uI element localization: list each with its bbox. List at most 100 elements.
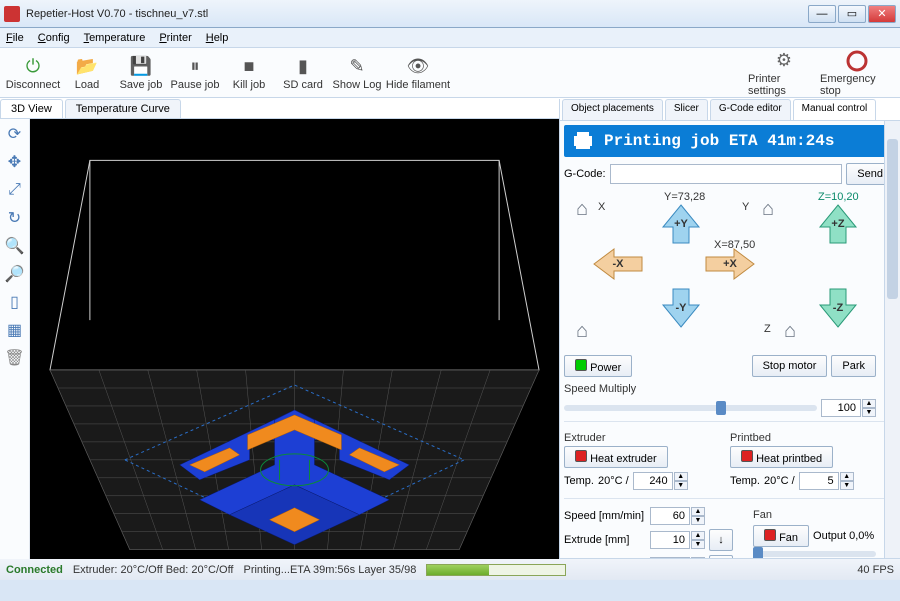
printer-settings-button[interactable]: ⚙Printer settings — [748, 49, 820, 97]
tab-gcode-editor[interactable]: G-Code editor — [710, 99, 791, 120]
home-y-button[interactable]: ⌂ — [756, 197, 780, 221]
bed-temp-input[interactable]: ▲▼ — [799, 472, 854, 490]
extruder-temp-current: 20°C / — [598, 475, 629, 487]
show-log-button[interactable]: ✎Show Log — [330, 55, 384, 91]
minimize-button[interactable]: — — [808, 5, 836, 23]
menu-printer[interactable]: Printer — [159, 32, 191, 44]
sd-card-button[interactable]: ▮SD card — [276, 55, 330, 91]
axis-controls: ⌂ X Y=73,28 Y ⌂ Z=10,20 +Y +Z X=87,50 -X — [564, 191, 894, 351]
save-job-button[interactable]: 💾Save job — [114, 55, 168, 91]
load-button[interactable]: 📂Load — [60, 55, 114, 91]
minus-z-button[interactable]: -Z — [816, 287, 860, 329]
y-coord-value: Y=73,28 — [664, 191, 705, 203]
printer-icon — [572, 130, 594, 152]
extrude-mm-input[interactable]: ▲▼ — [650, 531, 705, 549]
home-z-button[interactable]: ⌂ — [778, 319, 802, 343]
main-toolbar: ⏻Disconnect 📂Load 💾Save job ⏸Pause job ■… — [0, 48, 900, 98]
emergency-stop-button[interactable]: Emergency stop — [820, 49, 894, 97]
grid-icon[interactable]: ▦ — [4, 319, 26, 341]
fan-slider[interactable] — [753, 551, 876, 557]
heat-printbed-button[interactable]: Heat printbed — [730, 446, 833, 468]
menu-file[interactable]: File — [6, 32, 24, 44]
left-pane: 3D View Temperature Curve ⟳ ✥ ⤢ ↻ 🔍 🔎 ▯ … — [0, 99, 560, 558]
menu-temperature[interactable]: Temperature — [84, 32, 146, 44]
status-banner-text: Printing job ETA 41m:24s — [604, 132, 834, 150]
status-bar: Connected Extruder: 20°C/Off Bed: 20°C/O… — [0, 558, 900, 580]
extruder-temp-input[interactable]: ▲▼ — [633, 472, 688, 490]
tab-object-placements[interactable]: Object placements — [562, 99, 663, 120]
app-icon — [4, 6, 20, 22]
manual-control-panel: Printing job ETA 41m:24s G-Code: Send ⌂ … — [560, 121, 900, 558]
view-side-toolbar: ⟳ ✥ ⤢ ↻ 🔍 🔎 ▯ ▦ 🗑 — [0, 119, 30, 559]
plus-y-button[interactable]: +Y — [659, 203, 703, 245]
tab-manual-control[interactable]: Manual control — [793, 99, 877, 120]
speed-slider[interactable] — [564, 405, 817, 411]
pause-job-button[interactable]: ⏸Pause job — [168, 55, 222, 91]
gcode-input[interactable] — [610, 164, 843, 184]
window-title: Repetier-Host V0.70 - tischneu_v7.stl — [26, 8, 808, 20]
z-axis-label: Z — [764, 323, 771, 335]
plus-x-button[interactable]: +X — [704, 247, 756, 281]
home-all-button[interactable]: ⌂ — [570, 319, 594, 343]
retract-up-button[interactable]: ↑ — [709, 555, 733, 558]
bed-temp-current: 20°C / — [764, 475, 795, 487]
status-connected: Connected — [6, 564, 63, 576]
3d-viewport[interactable] — [30, 119, 559, 559]
extrude-down-button[interactable]: ↓ — [709, 529, 733, 551]
gcode-label: G-Code: — [564, 168, 606, 180]
extrude-mm-label: Extrude [mm] — [564, 534, 646, 546]
heat-extruder-button[interactable]: Heat extruder — [564, 446, 668, 468]
fan-button[interactable]: Fan — [753, 525, 809, 547]
zoom-out-icon[interactable]: 🔎 — [4, 263, 26, 285]
status-fps: 40 FPS — [857, 564, 894, 576]
kill-job-button[interactable]: ■Kill job — [222, 55, 276, 91]
close-button[interactable]: ✕ — [868, 5, 896, 23]
status-printing: Printing...ETA 39m:56s Layer 35/98 — [243, 564, 416, 576]
park-button[interactable]: Park — [831, 355, 876, 377]
status-temps: Extruder: 20°C/Off Bed: 20°C/Off — [73, 564, 234, 576]
menu-config[interactable]: Config — [38, 32, 70, 44]
maximize-button[interactable]: ▭ — [838, 5, 866, 23]
bed-temp-label: Temp. — [730, 475, 760, 487]
rotate-icon[interactable]: ↻ — [4, 207, 26, 229]
disconnect-button[interactable]: ⏻Disconnect — [6, 55, 60, 91]
speed-mm-label: Speed [mm/min] — [564, 510, 646, 522]
printbed-title: Printbed — [730, 432, 876, 444]
fan-output-label: Output 0,0% — [813, 530, 874, 542]
refresh-icon[interactable]: ⟳ — [4, 123, 26, 145]
view-tabs: 3D View Temperature Curve — [0, 99, 559, 119]
z-coord-value: Z=10,20 — [818, 191, 859, 203]
menu-help[interactable]: Help — [206, 32, 229, 44]
x-axis-label: X — [598, 201, 605, 213]
right-tabs: Object placements Slicer G-Code editor M… — [560, 99, 900, 121]
power-button[interactable]: Power — [564, 355, 632, 377]
plus-z-button[interactable]: +Z — [816, 203, 860, 245]
speed-value-input[interactable]: ▲▼ — [821, 399, 876, 417]
y-axis-label: Y — [742, 201, 749, 213]
move-icon[interactable]: ✥ — [4, 151, 26, 173]
window-titlebar: Repetier-Host V0.70 - tischneu_v7.stl — … — [0, 0, 900, 28]
status-progress-bar — [426, 564, 566, 576]
stop-motor-button[interactable]: Stop motor — [752, 355, 828, 377]
trash-icon[interactable]: 🗑 — [4, 347, 26, 369]
resize-icon[interactable]: ⤢ — [4, 179, 26, 201]
extruder-title: Extruder — [564, 432, 710, 444]
status-banner: Printing job ETA 41m:24s — [564, 125, 894, 157]
extruder-temp-label: Temp. — [564, 475, 594, 487]
menubar: File Config Temperature Printer Help — [0, 28, 900, 48]
minus-x-button[interactable]: -X — [592, 247, 644, 281]
fan-title: Fan — [753, 509, 876, 521]
tab-3d-view[interactable]: 3D View — [0, 99, 63, 118]
speed-mm-input[interactable]: ▲▼ — [650, 507, 705, 525]
main-content: 3D View Temperature Curve ⟳ ✥ ⤢ ↻ 🔍 🔎 ▯ … — [0, 98, 900, 558]
tab-temperature-curve[interactable]: Temperature Curve — [65, 99, 181, 118]
tab-slicer[interactable]: Slicer — [665, 99, 708, 120]
hide-filament-button[interactable]: 👁Hide filament — [384, 55, 452, 91]
home-x-button[interactable]: ⌂ — [570, 197, 594, 221]
minus-y-button[interactable]: -Y — [659, 287, 703, 329]
perspective-icon[interactable]: ▯ — [4, 291, 26, 313]
speed-multiply-label: Speed Multiply — [564, 383, 894, 395]
zoom-in-icon[interactable]: 🔍 — [4, 235, 26, 257]
retract-mm-input[interactable]: ▲▼ — [650, 557, 705, 558]
right-pane: Object placements Slicer G-Code editor M… — [560, 99, 900, 558]
